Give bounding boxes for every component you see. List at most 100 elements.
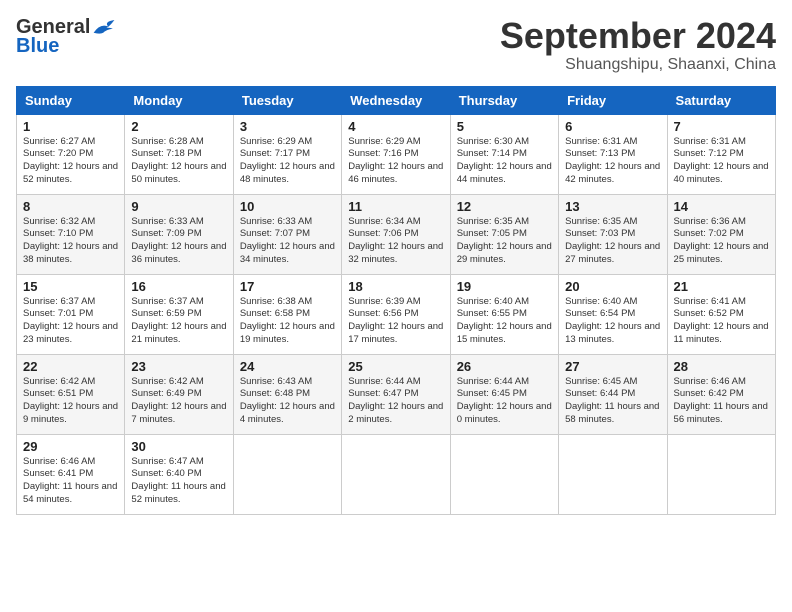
weekday-header: Tuesday bbox=[233, 86, 341, 114]
weekday-header: Monday bbox=[125, 86, 233, 114]
day-info: Sunrise: 6:31 AMSunset: 7:12 PMDaylight:… bbox=[674, 136, 769, 187]
calendar-cell: 2 Sunrise: 6:28 AMSunset: 7:18 PMDaylight… bbox=[125, 114, 233, 194]
day-info: Sunrise: 6:34 AMSunset: 7:06 PMDaylight:… bbox=[348, 216, 443, 267]
day-info: Sunrise: 6:46 AMSunset: 6:42 PMDaylight:… bbox=[674, 376, 769, 427]
day-number: 13 bbox=[565, 199, 660, 214]
day-number: 7 bbox=[674, 119, 769, 134]
calendar-cell: 22 Sunrise: 6:42 AMSunset: 6:51 PMDayligh… bbox=[17, 354, 125, 434]
weekday-header: Wednesday bbox=[342, 86, 450, 114]
day-number: 22 bbox=[23, 359, 118, 374]
day-info: Sunrise: 6:46 AMSunset: 6:41 PMDaylight:… bbox=[23, 456, 118, 507]
day-info: Sunrise: 6:38 AMSunset: 6:58 PMDaylight:… bbox=[240, 296, 335, 347]
calendar-cell: 8 Sunrise: 6:32 AMSunset: 7:10 PMDaylight… bbox=[17, 194, 125, 274]
logo-blue: Blue bbox=[16, 35, 59, 58]
day-number: 14 bbox=[674, 199, 769, 214]
day-info: Sunrise: 6:35 AMSunset: 7:03 PMDaylight:… bbox=[565, 216, 660, 267]
calendar-table: SundayMondayTuesdayWednesdayThursdayFrid… bbox=[16, 86, 776, 515]
day-number: 29 bbox=[23, 439, 118, 454]
logo-bird-icon bbox=[92, 18, 116, 38]
month-title: September 2024 bbox=[500, 16, 776, 56]
calendar-cell: 21Sunrise: 6:41 AMSunset: 6:52 PMDayligh… bbox=[667, 274, 775, 354]
day-info: Sunrise: 6:32 AMSunset: 7:10 PMDaylight:… bbox=[23, 216, 118, 267]
day-number: 26 bbox=[457, 359, 552, 374]
calendar-cell: 13 Sunrise: 6:35 AMSunset: 7:03 PMDayligh… bbox=[559, 194, 667, 274]
calendar-cell: 15Sunrise: 6:37 AMSunset: 7:01 PMDayligh… bbox=[17, 274, 125, 354]
calendar-cell: 9Sunrise: 6:33 AMSunset: 7:09 PMDaylight… bbox=[125, 194, 233, 274]
day-number: 10 bbox=[240, 199, 335, 214]
day-info: Sunrise: 6:36 AMSunset: 7:02 PMDaylight:… bbox=[674, 216, 769, 267]
day-info: Sunrise: 6:31 AMSunset: 7:13 PMDaylight:… bbox=[565, 136, 660, 187]
calendar-week-row: 15Sunrise: 6:37 AMSunset: 7:01 PMDayligh… bbox=[17, 274, 776, 354]
logo: General Blue bbox=[16, 16, 116, 58]
day-number: 30 bbox=[131, 439, 226, 454]
day-info: Sunrise: 6:33 AMSunset: 7:07 PMDaylight:… bbox=[240, 216, 335, 267]
day-info: Sunrise: 6:40 AMSunset: 6:55 PMDaylight:… bbox=[457, 296, 552, 347]
calendar-week-row: 22 Sunrise: 6:42 AMSunset: 6:51 PMDayligh… bbox=[17, 354, 776, 434]
calendar-cell bbox=[342, 434, 450, 514]
calendar-cell bbox=[667, 434, 775, 514]
calendar-cell: 18 Sunrise: 6:39 AMSunset: 6:56 PMDayligh… bbox=[342, 274, 450, 354]
calendar-cell: 11 Sunrise: 6:34 AMSunset: 7:06 PMDayligh… bbox=[342, 194, 450, 274]
calendar-cell: 12 Sunrise: 6:35 AMSunset: 7:05 PMDayligh… bbox=[450, 194, 558, 274]
calendar-cell: 5Sunrise: 6:30 AMSunset: 7:14 PMDaylight… bbox=[450, 114, 558, 194]
day-number: 24 bbox=[240, 359, 335, 374]
day-info: Sunrise: 6:35 AMSunset: 7:05 PMDaylight:… bbox=[457, 216, 552, 267]
day-info: Sunrise: 6:28 AMSunset: 7:18 PMDaylight:… bbox=[131, 136, 226, 187]
day-number: 8 bbox=[23, 199, 118, 214]
calendar-cell bbox=[559, 434, 667, 514]
calendar-cell bbox=[450, 434, 558, 514]
location-subtitle: Shuangshipu, Shaanxi, China bbox=[500, 56, 776, 74]
calendar-cell: 16Sunrise: 6:37 AMSunset: 6:59 PMDayligh… bbox=[125, 274, 233, 354]
calendar-cell: 23Sunrise: 6:42 AMSunset: 6:49 PMDayligh… bbox=[125, 354, 233, 434]
day-info: Sunrise: 6:29 AMSunset: 7:17 PMDaylight:… bbox=[240, 136, 335, 187]
day-number: 19 bbox=[457, 279, 552, 294]
day-info: Sunrise: 6:43 AMSunset: 6:48 PMDaylight:… bbox=[240, 376, 335, 427]
day-number: 17 bbox=[240, 279, 335, 294]
calendar-cell: 17 Sunrise: 6:38 AMSunset: 6:58 PMDayligh… bbox=[233, 274, 341, 354]
day-info: Sunrise: 6:27 AMSunset: 7:20 PMDaylight:… bbox=[23, 136, 118, 187]
day-number: 20 bbox=[565, 279, 660, 294]
day-number: 12 bbox=[457, 199, 552, 214]
day-number: 1 bbox=[23, 119, 118, 134]
weekday-header: Thursday bbox=[450, 86, 558, 114]
calendar-cell: 3Sunrise: 6:29 AMSunset: 7:17 PMDaylight… bbox=[233, 114, 341, 194]
calendar-cell bbox=[233, 434, 341, 514]
calendar-cell: 6Sunrise: 6:31 AMSunset: 7:13 PMDaylight… bbox=[559, 114, 667, 194]
calendar-week-row: 29 Sunrise: 6:46 AMSunset: 6:41 PMDayligh… bbox=[17, 434, 776, 514]
day-number: 2 bbox=[131, 119, 226, 134]
day-info: Sunrise: 6:47 AMSunset: 6:40 PMDaylight:… bbox=[131, 456, 226, 507]
weekday-header: Friday bbox=[559, 86, 667, 114]
day-number: 11 bbox=[348, 199, 443, 214]
day-info: Sunrise: 6:29 AMSunset: 7:16 PMDaylight:… bbox=[348, 136, 443, 187]
day-info: Sunrise: 6:45 AMSunset: 6:44 PMDaylight:… bbox=[565, 376, 660, 427]
day-info: Sunrise: 6:33 AMSunset: 7:09 PMDaylight:… bbox=[131, 216, 226, 267]
day-info: Sunrise: 6:42 AMSunset: 6:49 PMDaylight:… bbox=[131, 376, 226, 427]
day-number: 27 bbox=[565, 359, 660, 374]
weekday-header: Sunday bbox=[17, 86, 125, 114]
day-number: 4 bbox=[348, 119, 443, 134]
day-info: Sunrise: 6:42 AMSunset: 6:51 PMDaylight:… bbox=[23, 376, 118, 427]
page-header: General Blue September 2024 Shuangshipu,… bbox=[16, 16, 776, 74]
day-number: 25 bbox=[348, 359, 443, 374]
calendar-cell: 29 Sunrise: 6:46 AMSunset: 6:41 PMDayligh… bbox=[17, 434, 125, 514]
day-info: Sunrise: 6:44 AMSunset: 6:47 PMDaylight:… bbox=[348, 376, 443, 427]
day-info: Sunrise: 6:40 AMSunset: 6:54 PMDaylight:… bbox=[565, 296, 660, 347]
calendar-cell: 27 Sunrise: 6:45 AMSunset: 6:44 PMDayligh… bbox=[559, 354, 667, 434]
calendar-cell: 26 Sunrise: 6:44 AMSunset: 6:45 PMDayligh… bbox=[450, 354, 558, 434]
day-number: 28 bbox=[674, 359, 769, 374]
calendar-cell: 14 Sunrise: 6:36 AMSunset: 7:02 PMDayligh… bbox=[667, 194, 775, 274]
calendar-cell: 24 Sunrise: 6:43 AMSunset: 6:48 PMDayligh… bbox=[233, 354, 341, 434]
calendar-cell: 7 Sunrise: 6:31 AMSunset: 7:12 PMDaylight… bbox=[667, 114, 775, 194]
calendar-week-row: 1 Sunrise: 6:27 AMSunset: 7:20 PMDaylight… bbox=[17, 114, 776, 194]
day-number: 18 bbox=[348, 279, 443, 294]
calendar-cell: 25 Sunrise: 6:44 AMSunset: 6:47 PMDayligh… bbox=[342, 354, 450, 434]
calendar-cell: 4 Sunrise: 6:29 AMSunset: 7:16 PMDaylight… bbox=[342, 114, 450, 194]
day-info: Sunrise: 6:30 AMSunset: 7:14 PMDaylight:… bbox=[457, 136, 552, 187]
day-number: 16 bbox=[131, 279, 226, 294]
calendar-cell: 30 Sunrise: 6:47 AMSunset: 6:40 PMDayligh… bbox=[125, 434, 233, 514]
day-number: 21 bbox=[674, 279, 769, 294]
day-info: Sunrise: 6:44 AMSunset: 6:45 PMDaylight:… bbox=[457, 376, 552, 427]
weekday-header: Saturday bbox=[667, 86, 775, 114]
day-info: Sunrise: 6:39 AMSunset: 6:56 PMDaylight:… bbox=[348, 296, 443, 347]
calendar-week-row: 8 Sunrise: 6:32 AMSunset: 7:10 PMDaylight… bbox=[17, 194, 776, 274]
